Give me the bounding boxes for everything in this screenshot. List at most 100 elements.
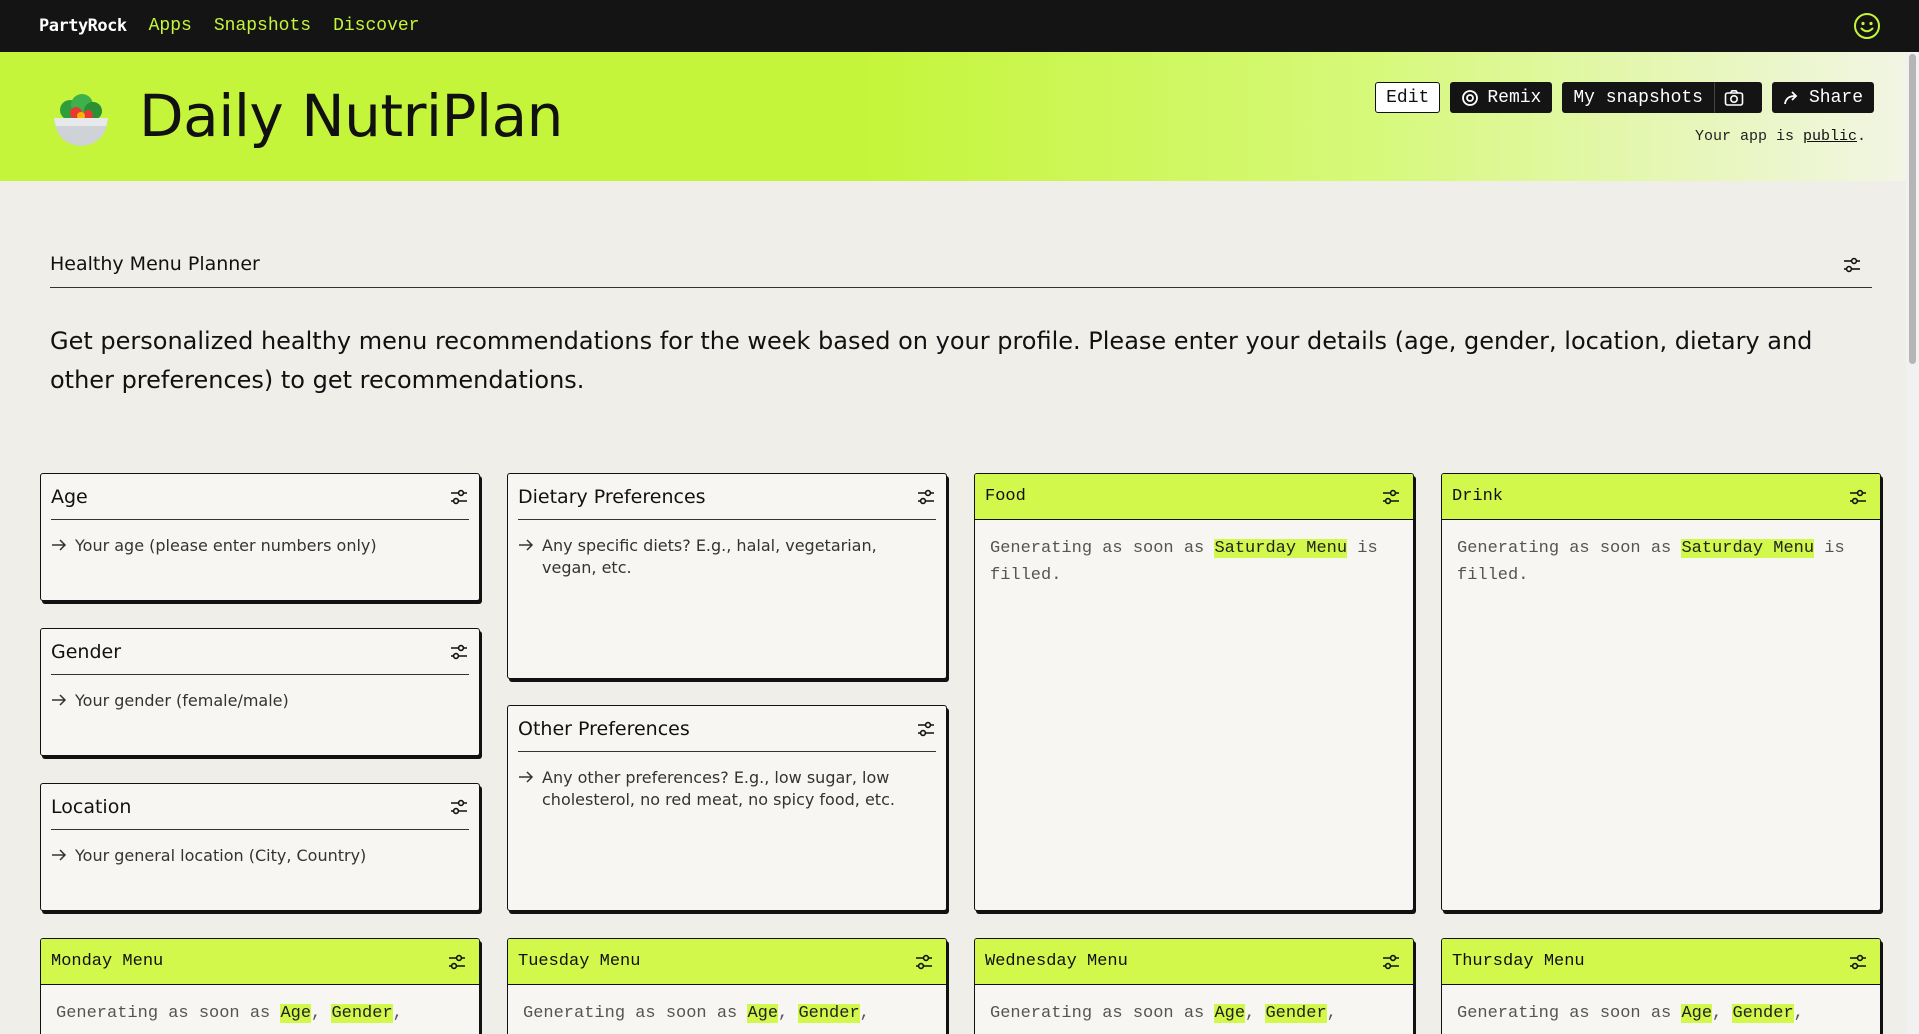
- wednesday-status: Generating as soon as Age, Gender,: [975, 985, 1413, 1027]
- dependency-chip: Age: [747, 1004, 779, 1023]
- dietary-widget-header: Dietary Preferences: [518, 474, 936, 520]
- arrow-right-icon: [52, 694, 67, 706]
- app-title: Daily NutriPlan: [139, 82, 563, 150]
- tuesday-menu-widget: Tuesday Menu Generating as soon as Age, …: [507, 938, 947, 1034]
- visibility-prefix: Your app is: [1694, 128, 1803, 145]
- status-separator: ,: [778, 1004, 799, 1023]
- monday-title: Monday Menu: [51, 952, 164, 971]
- settings-sliders-icon[interactable]: [1381, 487, 1401, 507]
- status-separator: ,: [1245, 1004, 1266, 1023]
- top-nav: PartyRock Apps Snapshots Discover: [0, 0, 1919, 52]
- status-prefix: Generating as soon as: [1457, 1004, 1682, 1023]
- food-widget: Food Generating as soon as Saturday Menu…: [974, 473, 1414, 911]
- tuesday-title: Tuesday Menu: [518, 952, 641, 971]
- monday-menu-widget: Monday Menu Generating as soon as Age, G…: [40, 938, 480, 1034]
- app-header: Daily NutriPlan Edit Remix My snapshots: [0, 52, 1906, 181]
- camera-icon: [1724, 89, 1744, 106]
- scrollbar-thumb[interactable]: [1909, 54, 1916, 364]
- settings-sliders-icon[interactable]: [916, 487, 936, 507]
- location-widget: Location Your general location (City, Co…: [40, 783, 480, 911]
- status-tail: ,: [859, 1004, 870, 1023]
- drink-widget-header: Drink: [1442, 474, 1880, 520]
- gender-placeholder: Your gender (female/male): [75, 691, 289, 710]
- status-tail: ,: [1326, 1004, 1337, 1023]
- food-title: Food: [985, 487, 1026, 506]
- settings-sliders-icon[interactable]: [1848, 952, 1868, 972]
- nav-link-apps[interactable]: Apps: [149, 16, 192, 36]
- settings-sliders-icon[interactable]: [1842, 255, 1862, 275]
- location-placeholder: Your general location (City, Country): [75, 846, 367, 865]
- location-title: Location: [51, 795, 132, 818]
- dependency-chip: Saturday Menu: [1681, 539, 1815, 558]
- location-input[interactable]: Your general location (City, Country): [41, 830, 479, 867]
- status-prefix: Generating as soon as: [56, 1004, 281, 1023]
- wednesday-widget-header: Wednesday Menu: [975, 939, 1413, 985]
- status-separator: ,: [311, 1004, 332, 1023]
- age-placeholder: Your age (please enter numbers only): [75, 536, 377, 555]
- smiley-icon[interactable]: [1853, 12, 1881, 40]
- drink-widget: Drink Generating as soon as Saturday Men…: [1441, 473, 1881, 911]
- settings-sliders-icon[interactable]: [1848, 487, 1868, 507]
- snapshots-group: My snapshots: [1562, 82, 1762, 113]
- age-title: Age: [51, 485, 88, 508]
- wednesday-menu-widget: Wednesday Menu Generating as soon as Age…: [974, 938, 1414, 1034]
- remix-icon: [1462, 89, 1479, 106]
- settings-sliders-icon[interactable]: [449, 797, 469, 817]
- tuesday-status: Generating as soon as Age, Gender,: [508, 985, 946, 1027]
- thursday-status: Generating as soon as Age, Gender,: [1442, 985, 1880, 1027]
- nav-link-snapshots[interactable]: Snapshots: [214, 16, 311, 36]
- arrow-right-icon: [519, 539, 534, 551]
- other-input[interactable]: Any other preferences? E.g., low sugar, …: [508, 752, 946, 811]
- share-button[interactable]: Share: [1771, 82, 1874, 113]
- drink-title: Drink: [1452, 487, 1504, 506]
- status-prefix: Generating as soon as: [990, 1004, 1215, 1023]
- gender-widget-header: Gender: [51, 629, 469, 675]
- gender-widget: Gender Your gender (female/male): [40, 628, 480, 756]
- wednesday-title: Wednesday Menu: [985, 952, 1128, 971]
- drink-status: Generating as soon as Saturday Menu is f…: [1442, 520, 1880, 589]
- remix-label: Remix: [1487, 87, 1542, 108]
- other-widget-header: Other Preferences: [518, 706, 936, 752]
- other-preferences-widget: Other Preferences Any other preferences?…: [507, 705, 947, 911]
- dietary-input[interactable]: Any specific diets? E.g., halal, vegetar…: [508, 520, 946, 579]
- salad-bowl-icon: [54, 94, 108, 146]
- dependency-chip: Age: [1681, 1004, 1713, 1023]
- settings-sliders-icon[interactable]: [447, 952, 467, 972]
- arrow-right-icon: [519, 771, 534, 783]
- dependency-chip: Saturday Menu: [1214, 539, 1348, 558]
- camera-button[interactable]: [1713, 82, 1762, 113]
- nav-link-discover[interactable]: Discover: [333, 16, 419, 36]
- visibility-suffix: .: [1856, 128, 1866, 145]
- food-widget-header: Food: [975, 474, 1413, 520]
- thursday-widget-header: Thursday Menu: [1442, 939, 1880, 985]
- settings-sliders-icon[interactable]: [914, 952, 934, 972]
- dependency-chip: Gender: [798, 1004, 860, 1023]
- dependency-chip: Age: [1214, 1004, 1246, 1023]
- age-input[interactable]: Your age (please enter numbers only): [41, 520, 479, 557]
- age-widget: Age Your age (please enter numbers only): [40, 473, 480, 601]
- public-link[interactable]: public: [1803, 128, 1857, 145]
- brand-logo[interactable]: PartyRock: [39, 16, 127, 36]
- settings-sliders-icon[interactable]: [449, 487, 469, 507]
- status-tail: ,: [392, 1004, 403, 1023]
- remix-button[interactable]: Remix: [1450, 82, 1553, 113]
- edit-button[interactable]: Edit: [1375, 82, 1441, 113]
- age-widget-header: Age: [51, 474, 469, 520]
- visibility-note: Your app is public.: [1695, 128, 1866, 145]
- dietary-placeholder: Any specific diets? E.g., halal, vegetar…: [542, 536, 877, 577]
- settings-sliders-icon[interactable]: [449, 642, 469, 662]
- thursday-title: Thursday Menu: [1452, 952, 1585, 971]
- app-description: Get personalized healthy menu recommenda…: [50, 327, 1813, 394]
- other-title: Other Preferences: [518, 717, 690, 740]
- gender-input[interactable]: Your gender (female/male): [41, 675, 479, 712]
- settings-sliders-icon[interactable]: [916, 719, 936, 739]
- dependency-chip: Gender: [1265, 1004, 1327, 1023]
- arrow-right-icon: [52, 849, 67, 861]
- my-snapshots-button[interactable]: My snapshots: [1562, 82, 1714, 113]
- dependency-chip: Gender: [1732, 1004, 1794, 1023]
- share-label: Share: [1808, 87, 1863, 108]
- status-prefix: Generating as soon as: [523, 1004, 748, 1023]
- status-prefix: Generating as soon as: [990, 539, 1215, 558]
- food-status: Generating as soon as Saturday Menu is f…: [975, 520, 1413, 589]
- settings-sliders-icon[interactable]: [1381, 952, 1401, 972]
